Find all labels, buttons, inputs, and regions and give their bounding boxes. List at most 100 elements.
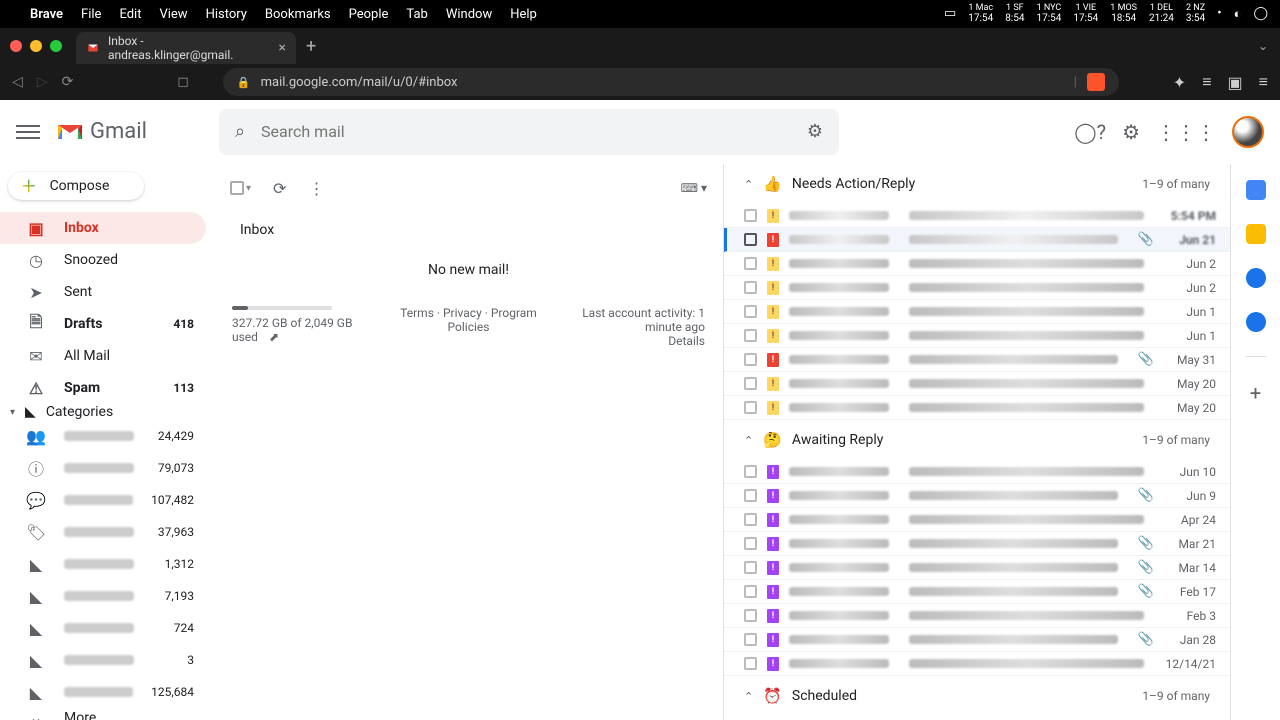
category-item[interactable]: ◣7,193 [0, 580, 206, 612]
importance-marker[interactable]: ! [767, 537, 779, 551]
battery-icon[interactable]: ▭ [944, 6, 956, 21]
sidebar-item-spam[interactable]: ⚠Spam113 [0, 372, 206, 404]
brave-shield-icon[interactable] [1087, 73, 1105, 91]
browser-tab[interactable]: Inbox - andreas.klinger@gmail. × [76, 32, 296, 64]
category-item[interactable]: ◣1,312 [0, 548, 206, 580]
row-checkbox[interactable] [744, 633, 757, 646]
bookmark-icon[interactable]: ◻ [177, 74, 189, 90]
mail-row[interactable]: !Jun 2 [724, 276, 1230, 300]
playlist-icon[interactable]: ≡ [1202, 72, 1211, 92]
importance-marker[interactable]: ! [767, 489, 779, 503]
support-icon[interactable]: ◯? [1074, 120, 1106, 144]
url-field[interactable]: 🔒 mail.google.com/mail/u/0/#inbox | [223, 68, 1119, 96]
new-tab-button[interactable]: + [306, 36, 316, 57]
reload-button[interactable]: ⟳ [62, 74, 74, 90]
row-checkbox[interactable] [744, 401, 757, 414]
tabs-dropdown-icon[interactable]: ⌄ [1258, 39, 1268, 53]
menu-view[interactable]: View [159, 7, 187, 22]
importance-marker[interactable]: ! [767, 609, 779, 623]
compose-button[interactable]: + Compose [8, 172, 144, 200]
importance-marker[interactable]: ! [767, 585, 779, 599]
importance-marker[interactable]: ! [767, 657, 779, 671]
menu-tab[interactable]: Tab [406, 7, 427, 22]
menu-people[interactable]: People [349, 7, 389, 22]
row-checkbox[interactable] [744, 209, 757, 222]
section-header[interactable]: ⌃🤔Awaiting Reply1–9 of many [724, 420, 1230, 460]
importance-marker[interactable]: ! [767, 465, 779, 479]
mail-row[interactable]: !📎Jun 21 [724, 228, 1230, 252]
row-checkbox[interactable] [744, 465, 757, 478]
search-options-icon[interactable]: ⚙ [807, 121, 823, 142]
mail-row[interactable]: !📎May 31 [724, 348, 1230, 372]
importance-marker[interactable]: ! [767, 233, 779, 247]
importance-marker[interactable]: ! [767, 281, 779, 295]
section-header[interactable]: ⌃⏰Scheduled1–9 of many [724, 676, 1230, 716]
back-button[interactable]: ◁ [12, 74, 23, 90]
row-checkbox[interactable] [744, 513, 757, 526]
row-checkbox[interactable] [744, 489, 757, 502]
mail-row[interactable]: !Apr 24 [724, 508, 1230, 532]
window-maximize[interactable] [50, 40, 62, 52]
row-checkbox[interactable] [744, 329, 757, 342]
categories-toggle[interactable]: ▾ ◣ Categories [0, 404, 214, 420]
category-item[interactable]: 💬107,482 [0, 484, 206, 516]
main-menu-icon[interactable] [16, 117, 40, 147]
importance-marker[interactable]: ! [767, 329, 779, 343]
mail-row[interactable]: !May 20 [724, 396, 1230, 420]
category-item[interactable]: 🏷37,963 [0, 516, 206, 548]
add-addon-icon[interactable]: + [1250, 381, 1261, 405]
window-minimize[interactable] [30, 40, 42, 52]
browser-menu-icon[interactable]: ≡ [1259, 72, 1268, 92]
account-avatar[interactable] [1232, 116, 1264, 148]
row-checkbox[interactable] [744, 257, 757, 270]
wallet-icon[interactable]: ▣ [1228, 73, 1243, 92]
details-link[interactable]: Details [558, 334, 705, 348]
mail-row[interactable]: !5:54 PM [724, 204, 1230, 228]
mail-row[interactable]: !Jun 1 [724, 300, 1230, 324]
section-header[interactable]: ⌃👍Needs Action/Reply1–9 of many [724, 164, 1230, 204]
world-clock[interactable]: 1 MOS18:54 [1110, 4, 1137, 25]
collapse-icon[interactable]: ⌃ [744, 690, 753, 703]
window-close[interactable] [10, 40, 22, 52]
world-clock[interactable]: 1 NYC17:54 [1036, 4, 1061, 25]
category-item[interactable]: ◣724 [0, 612, 206, 644]
importance-marker[interactable]: ! [767, 561, 779, 575]
more-toggle[interactable]: ⌄ More [0, 708, 206, 720]
mail-row[interactable]: !Feb 3 [724, 604, 1230, 628]
row-checkbox[interactable] [744, 657, 757, 670]
menu-edit[interactable]: Edit [119, 7, 141, 22]
mail-row[interactable]: !Jun 10 [724, 460, 1230, 484]
settings-icon[interactable]: ⚙ [1122, 120, 1140, 144]
category-item[interactable]: ◣3 [0, 644, 206, 676]
tab-close-icon[interactable]: × [279, 40, 286, 56]
menu-file[interactable]: File [81, 7, 101, 22]
mail-row[interactable]: !📎Jun 9 [724, 484, 1230, 508]
sidebar-item-drafts[interactable]: 🗎Drafts418 [0, 308, 206, 340]
importance-marker[interactable]: ! [767, 209, 779, 223]
mail-row[interactable]: !Jun 2 [724, 252, 1230, 276]
mail-row[interactable]: !May 20 [724, 372, 1230, 396]
search-input[interactable] [261, 122, 791, 141]
sidebar-item-snoozed[interactable]: ◷Snoozed [0, 244, 206, 276]
status-icon[interactable]: ◯ [1253, 6, 1268, 21]
importance-marker[interactable]: ! [767, 257, 779, 271]
importance-marker[interactable]: ! [767, 305, 779, 319]
refresh-icon[interactable]: ⟳ [273, 179, 286, 198]
world-clock[interactable]: 1 VIE17:54 [1073, 4, 1098, 25]
mail-row[interactable]: !12/14/21 [724, 652, 1230, 676]
importance-marker[interactable]: ! [767, 633, 779, 647]
row-checkbox[interactable] [744, 377, 757, 390]
menu-window[interactable]: Window [446, 7, 492, 22]
mail-row[interactable]: !📎Feb 17 [724, 580, 1230, 604]
row-checkbox[interactable] [744, 537, 757, 550]
keep-icon[interactable] [1246, 224, 1266, 244]
apps-icon[interactable]: ⋮⋮⋮ [1156, 120, 1216, 144]
category-item[interactable]: 👥24,429 [0, 420, 206, 452]
contacts-icon[interactable] [1246, 312, 1266, 332]
world-clock[interactable]: 1 Mac17:54 [968, 4, 993, 25]
importance-marker[interactable]: ! [767, 377, 779, 391]
row-checkbox[interactable] [744, 353, 757, 366]
menu-help[interactable]: Help [510, 7, 537, 22]
status-icon[interactable]: ◐ [1234, 6, 1242, 22]
gmail-logo[interactable]: Gmail [56, 119, 147, 144]
